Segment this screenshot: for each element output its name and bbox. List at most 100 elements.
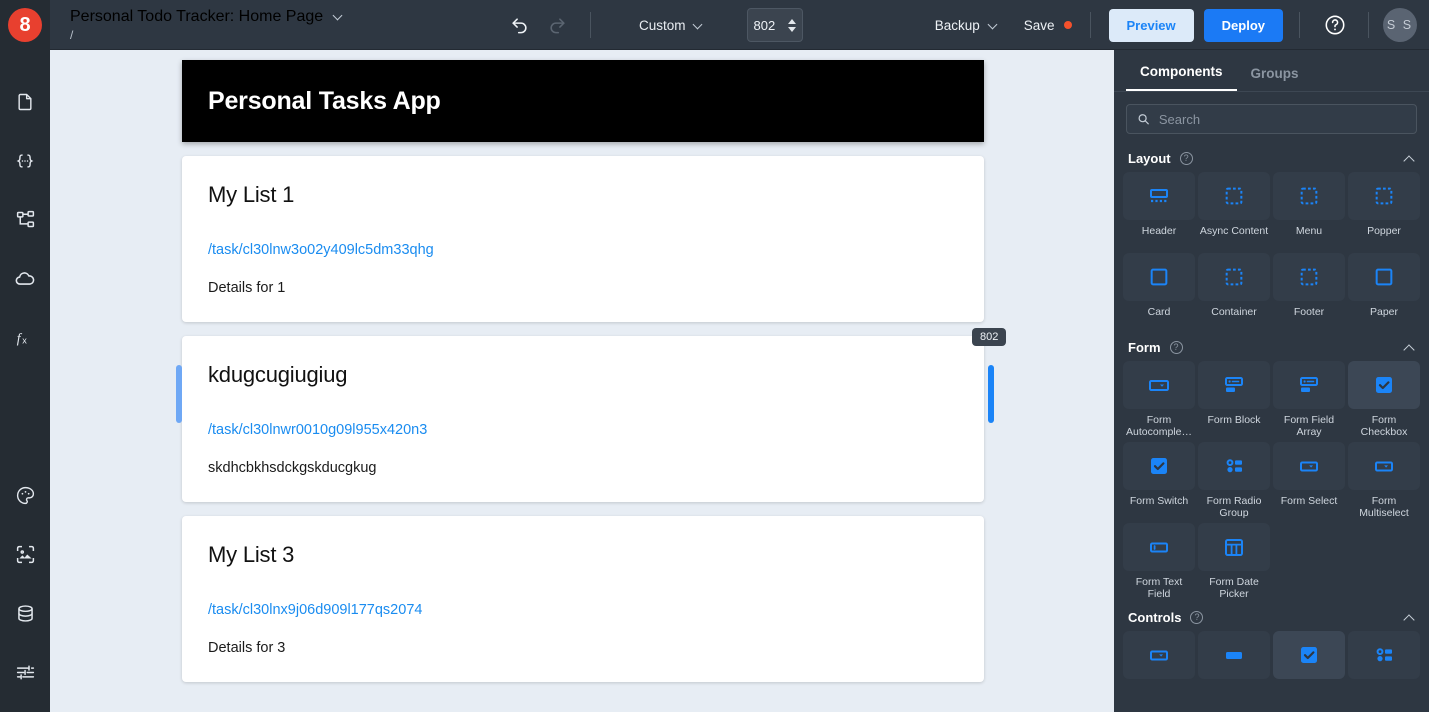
top-toolbar: 8 Personal Todo Tracker: Home Page / bbox=[0, 0, 1429, 50]
sidebar-item-cloud[interactable] bbox=[5, 259, 45, 298]
component-tile-async-content[interactable]: Async Content bbox=[1198, 172, 1270, 250]
preview-button[interactable]: Preview bbox=[1109, 9, 1194, 42]
form-block-icon bbox=[1297, 373, 1321, 397]
help-badge-icon[interactable]: ? bbox=[1180, 152, 1193, 165]
search-box[interactable] bbox=[1126, 104, 1417, 134]
search-input[interactable] bbox=[1159, 112, 1406, 127]
component-tile-form-select[interactable]: Form Select bbox=[1273, 442, 1345, 520]
component-tile-form-multiselect[interactable]: Form Multiselect bbox=[1348, 442, 1420, 520]
component-tile-form-date-picker[interactable]: Form Date Picker bbox=[1198, 523, 1270, 601]
component-tile-form-checkbox[interactable]: Form Checkbox bbox=[1348, 361, 1420, 439]
sidebar-item-data[interactable] bbox=[5, 594, 45, 633]
preview-frame: Personal Tasks App My List 1 /task/cl30l… bbox=[182, 60, 984, 682]
component-tile-header[interactable]: Header bbox=[1123, 172, 1195, 250]
resize-handle-left[interactable] bbox=[176, 365, 182, 423]
component-tile-form-autocomplete[interactable]: Form Autocomple… bbox=[1123, 361, 1195, 439]
chevron-up-icon bbox=[1404, 342, 1415, 353]
app-logo: 8 bbox=[8, 8, 42, 42]
task-card[interactable]: My List 3 /task/cl30lnx9j06d909l177qs207… bbox=[182, 516, 984, 682]
sidebar-item-hierarchy[interactable] bbox=[5, 200, 45, 239]
save-label: Save bbox=[1024, 18, 1055, 33]
stepper-increment-icon[interactable] bbox=[788, 19, 796, 24]
tile-label: Form Switch bbox=[1130, 495, 1188, 520]
task-card[interactable]: My List 1 /task/cl30lnw3o02y409lc5dm33qh… bbox=[182, 156, 984, 322]
component-tile-paper[interactable]: Paper bbox=[1348, 253, 1420, 331]
component-tile-container[interactable]: Container bbox=[1198, 253, 1270, 331]
section-header-layout[interactable]: Layout ? bbox=[1114, 142, 1429, 172]
stepper-decrement-icon[interactable] bbox=[788, 27, 796, 32]
tile-label: Header bbox=[1142, 225, 1176, 250]
task-card-link[interactable]: /task/cl30lnwr0010g09l955x420n3 bbox=[208, 422, 958, 438]
help-badge-icon[interactable]: ? bbox=[1170, 341, 1183, 354]
tile-icon-box bbox=[1123, 442, 1195, 490]
tile-label: Form Select bbox=[1281, 495, 1338, 520]
image-icon bbox=[15, 544, 36, 565]
resize-handle-right[interactable] bbox=[988, 365, 994, 423]
component-tile-form-text-field[interactable]: Form Text Field bbox=[1123, 523, 1195, 601]
component-tile-control-checkbox[interactable] bbox=[1273, 631, 1345, 679]
panel-tabs: Components Groups bbox=[1114, 50, 1429, 92]
backup-menu[interactable]: Backup bbox=[935, 18, 998, 33]
task-card-link[interactable]: /task/cl30lnx9j06d909l177qs2074 bbox=[208, 602, 958, 618]
select-dropdown-icon bbox=[1372, 454, 1396, 478]
app-logo-container[interactable]: 8 bbox=[0, 0, 50, 50]
component-tile-form-field-array[interactable]: Form Field Array bbox=[1273, 361, 1345, 439]
tab-components[interactable]: Components bbox=[1126, 64, 1237, 91]
component-tile-popper[interactable]: Popper bbox=[1348, 172, 1420, 250]
component-tile-form-radio-group[interactable]: Form Radio Group bbox=[1198, 442, 1270, 520]
sidebar-item-functions[interactable]: f x bbox=[5, 319, 45, 358]
viewport-width-stepper[interactable]: 802 bbox=[747, 8, 803, 42]
dashed-box-icon bbox=[1223, 185, 1245, 207]
text-field-icon bbox=[1147, 535, 1171, 559]
task-card-title: kdugcugiugiug bbox=[208, 362, 958, 388]
component-tile-control-select[interactable] bbox=[1123, 631, 1195, 679]
section-header-form[interactable]: Form ? bbox=[1114, 331, 1429, 361]
task-card-detail: Details for 1 bbox=[208, 280, 958, 296]
tile-icon-box bbox=[1198, 172, 1270, 220]
save-button[interactable]: Save bbox=[1024, 18, 1072, 33]
help-button[interactable] bbox=[1316, 6, 1354, 44]
section-title: Controls bbox=[1128, 610, 1181, 625]
toolbar-divider-3 bbox=[1299, 12, 1300, 38]
section-header-controls[interactable]: Controls ? bbox=[1114, 601, 1429, 631]
stepper-arrows bbox=[788, 19, 796, 32]
tile-label: Form Autocomple… bbox=[1123, 414, 1195, 439]
component-tile-control-radio-group[interactable] bbox=[1348, 631, 1420, 679]
tile-icon-box bbox=[1273, 361, 1345, 409]
project-title-block: Personal Todo Tracker: Home Page / bbox=[70, 8, 343, 42]
dashed-box-icon bbox=[1223, 266, 1245, 288]
tab-groups[interactable]: Groups bbox=[1237, 66, 1313, 91]
task-card-link[interactable]: /task/cl30lnw3o02y409lc5dm33qhg bbox=[208, 242, 958, 258]
undo-icon bbox=[510, 16, 529, 35]
radio-group-icon bbox=[1222, 454, 1246, 478]
avatar[interactable]: S S bbox=[1383, 8, 1417, 42]
tile-label: Form Block bbox=[1207, 414, 1260, 439]
component-tile-card[interactable]: Card bbox=[1123, 253, 1195, 331]
design-canvas[interactable]: Personal Tasks App My List 1 /task/cl30l… bbox=[50, 50, 1114, 712]
undo-button[interactable] bbox=[500, 6, 538, 44]
component-grid-controls bbox=[1114, 631, 1429, 679]
tile-label: Menu bbox=[1296, 225, 1322, 250]
sidebar-item-pages[interactable] bbox=[5, 82, 45, 121]
sidebar-item-code[interactable] bbox=[5, 141, 45, 180]
task-card[interactable]: kdugcugiugiug /task/cl30lnwr0010g09l955x… bbox=[182, 336, 984, 502]
redo-button[interactable] bbox=[538, 6, 576, 44]
deploy-button[interactable]: Deploy bbox=[1204, 9, 1283, 42]
component-tile-footer[interactable]: Footer bbox=[1273, 253, 1345, 331]
chevron-down-icon bbox=[989, 21, 998, 30]
form-block-icon bbox=[1222, 373, 1246, 397]
component-tile-form-block[interactable]: Form Block bbox=[1198, 361, 1270, 439]
tile-label: Form Text Field bbox=[1123, 576, 1195, 601]
viewport-preset-select[interactable]: Custom bbox=[633, 14, 709, 37]
tile-label: Container bbox=[1211, 306, 1257, 331]
component-tile-form-switch[interactable]: Form Switch bbox=[1123, 442, 1195, 520]
sidebar-item-theme[interactable] bbox=[5, 475, 45, 514]
app-root: 8 Personal Todo Tracker: Home Page / bbox=[0, 0, 1429, 712]
sidebar-item-settings[interactable] bbox=[5, 653, 45, 692]
help-badge-icon[interactable]: ? bbox=[1190, 611, 1203, 624]
component-tile-menu[interactable]: Menu bbox=[1273, 172, 1345, 250]
sidebar-item-assets[interactable] bbox=[5, 535, 45, 574]
component-tile-control-button[interactable] bbox=[1198, 631, 1270, 679]
chevron-down-icon[interactable] bbox=[334, 12, 343, 21]
select-dropdown-icon bbox=[1297, 454, 1321, 478]
